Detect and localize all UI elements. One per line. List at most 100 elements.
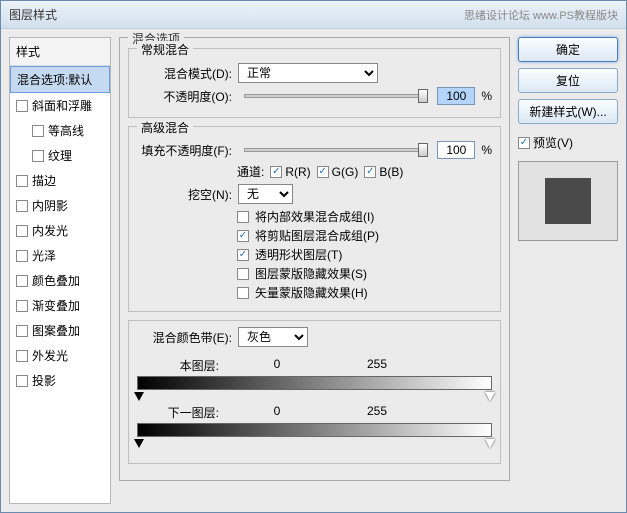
style-item-7[interactable]: 光泽 — [10, 243, 110, 268]
style-item-9[interactable]: 渐变叠加 — [10, 293, 110, 318]
channels-label: 通道: — [237, 163, 264, 180]
style-item-label: 光泽 — [32, 247, 56, 264]
style-item-label: 外发光 — [32, 347, 68, 364]
this-black-handle[interactable] — [134, 392, 144, 401]
opacity-input[interactable] — [437, 87, 475, 105]
style-item-label: 描边 — [32, 172, 56, 189]
adv-check-label: 矢量蒙版隐藏效果(H) — [255, 284, 368, 301]
style-checkbox[interactable] — [16, 375, 28, 387]
watermark-text: 思绪设计论坛 www.PS教程版块 — [464, 7, 618, 23]
preview-inner — [545, 178, 591, 224]
reset-button[interactable]: 复位 — [518, 68, 618, 93]
adv-check-label: 将剪贴图层混合成组(P) — [255, 227, 379, 244]
fill-opacity-thumb[interactable] — [418, 143, 428, 157]
style-item-label: 内阴影 — [32, 197, 68, 214]
under-layer-white: 255 — [327, 404, 427, 421]
adv-check-2[interactable] — [237, 249, 249, 261]
style-item-label: 渐变叠加 — [32, 297, 80, 314]
style-item-5[interactable]: 内阴影 — [10, 193, 110, 218]
ok-button[interactable]: 确定 — [518, 37, 618, 62]
window-title: 图层样式 — [9, 6, 57, 23]
channel-g-label: G(G) — [332, 165, 359, 179]
dialog-content: 样式 混合选项:默认斜面和浮雕等高线纹理描边内阴影内发光光泽颜色叠加渐变叠加图案… — [1, 29, 626, 512]
style-checkbox[interactable] — [16, 275, 28, 287]
under-layer-black: 0 — [227, 404, 327, 421]
style-item-10[interactable]: 图案叠加 — [10, 318, 110, 343]
fill-opacity-slider[interactable] — [244, 148, 425, 152]
adv-check-label: 将内部效果混合成组(I) — [255, 208, 374, 225]
style-item-label: 等高线 — [48, 122, 84, 139]
style-item-label: 内发光 — [32, 222, 68, 239]
opacity-slider[interactable] — [244, 94, 425, 98]
new-style-button[interactable]: 新建样式(W)... — [518, 99, 618, 124]
this-layer-slider[interactable] — [137, 376, 492, 390]
layer-style-dialog: 图层样式 思绪设计论坛 www.PS教程版块 样式 混合选项:默认斜面和浮雕等高… — [0, 0, 627, 513]
style-checkbox[interactable] — [16, 300, 28, 312]
style-item-0[interactable]: 混合选项:默认 — [10, 66, 110, 93]
opacity-unit: % — [481, 89, 492, 103]
style-item-4[interactable]: 描边 — [10, 168, 110, 193]
channel-b-label: B(B) — [379, 165, 403, 179]
style-item-label: 混合选项:默认 — [17, 71, 92, 88]
styles-header: 样式 — [10, 38, 110, 66]
under-layer-slider[interactable] — [137, 423, 492, 437]
style-item-label: 投影 — [32, 372, 56, 389]
blend-mode-select[interactable]: 正常 — [238, 63, 378, 83]
fill-opacity-unit: % — [481, 143, 492, 157]
advanced-blend-legend: 高级混合 — [137, 119, 193, 136]
style-item-label: 图案叠加 — [32, 322, 80, 339]
titlebar: 图层样式 思绪设计论坛 www.PS教程版块 — [1, 1, 626, 29]
advanced-checks: 将内部效果混合成组(I) 将剪贴图层混合成组(P) 透明形状图层(T) 图层蒙版隐藏效… — [137, 208, 492, 301]
style-checkbox[interactable] — [16, 100, 28, 112]
blend-if-select[interactable]: 灰色 — [238, 327, 308, 347]
style-checkbox[interactable] — [16, 200, 28, 212]
preview-checkbox[interactable] — [518, 137, 530, 149]
style-item-1[interactable]: 斜面和浮雕 — [10, 93, 110, 118]
style-item-label: 斜面和浮雕 — [32, 97, 92, 114]
preview-swatch — [518, 161, 618, 241]
this-layer-label: 本图层: — [137, 357, 227, 374]
style-checkbox[interactable] — [16, 225, 28, 237]
opacity-label: 不透明度(O): — [137, 88, 232, 105]
adv-check-4[interactable] — [237, 287, 249, 299]
style-item-3[interactable]: 纹理 — [10, 143, 110, 168]
blend-options-group: 混合选项 常规混合 混合模式(D): 正常 不透明度(O): % — [119, 37, 510, 481]
style-item-11[interactable]: 外发光 — [10, 343, 110, 368]
buttons-panel: 确定 复位 新建样式(W)... 预览(V) — [518, 37, 618, 504]
style-checkbox[interactable] — [16, 175, 28, 187]
style-item-6[interactable]: 内发光 — [10, 218, 110, 243]
this-layer-white: 255 — [327, 357, 427, 374]
style-checkbox[interactable] — [16, 325, 28, 337]
styles-list-panel: 样式 混合选项:默认斜面和浮雕等高线纹理描边内阴影内发光光泽颜色叠加渐变叠加图案… — [9, 37, 111, 504]
knockout-select[interactable]: 无 — [238, 184, 293, 204]
general-blend-legend: 常规混合 — [137, 41, 193, 58]
under-white-handle[interactable] — [485, 439, 495, 448]
adv-check-1[interactable] — [237, 230, 249, 242]
adv-check-label: 图层蒙版隐藏效果(S) — [255, 265, 367, 282]
style-item-label: 纹理 — [48, 147, 72, 164]
style-item-label: 颜色叠加 — [32, 272, 80, 289]
style-checkbox[interactable] — [16, 250, 28, 262]
style-checkbox[interactable] — [32, 150, 44, 162]
styles-list: 混合选项:默认斜面和浮雕等高线纹理描边内阴影内发光光泽颜色叠加渐变叠加图案叠加外… — [10, 66, 110, 503]
style-item-8[interactable]: 颜色叠加 — [10, 268, 110, 293]
this-white-handle[interactable] — [485, 392, 495, 401]
adv-check-3[interactable] — [237, 268, 249, 280]
under-layer-label: 下一图层: — [137, 404, 227, 421]
fill-opacity-label: 填充不透明度(F): — [137, 142, 232, 159]
style-item-2[interactable]: 等高线 — [10, 118, 110, 143]
adv-check-label: 透明形状图层(T) — [255, 246, 342, 263]
adv-check-0[interactable] — [237, 211, 249, 223]
opacity-thumb[interactable] — [418, 89, 428, 103]
channel-g-checkbox[interactable] — [317, 166, 329, 178]
general-blend-group: 常规混合 混合模式(D): 正常 不透明度(O): % — [128, 48, 501, 118]
fill-opacity-input[interactable] — [437, 141, 475, 159]
style-checkbox[interactable] — [32, 125, 44, 137]
channel-b-checkbox[interactable] — [364, 166, 376, 178]
under-black-handle[interactable] — [134, 439, 144, 448]
channel-r-checkbox[interactable] — [270, 166, 282, 178]
knockout-label: 挖空(N): — [137, 186, 232, 203]
style-checkbox[interactable] — [16, 350, 28, 362]
blend-mode-label: 混合模式(D): — [137, 65, 232, 82]
style-item-12[interactable]: 投影 — [10, 368, 110, 393]
